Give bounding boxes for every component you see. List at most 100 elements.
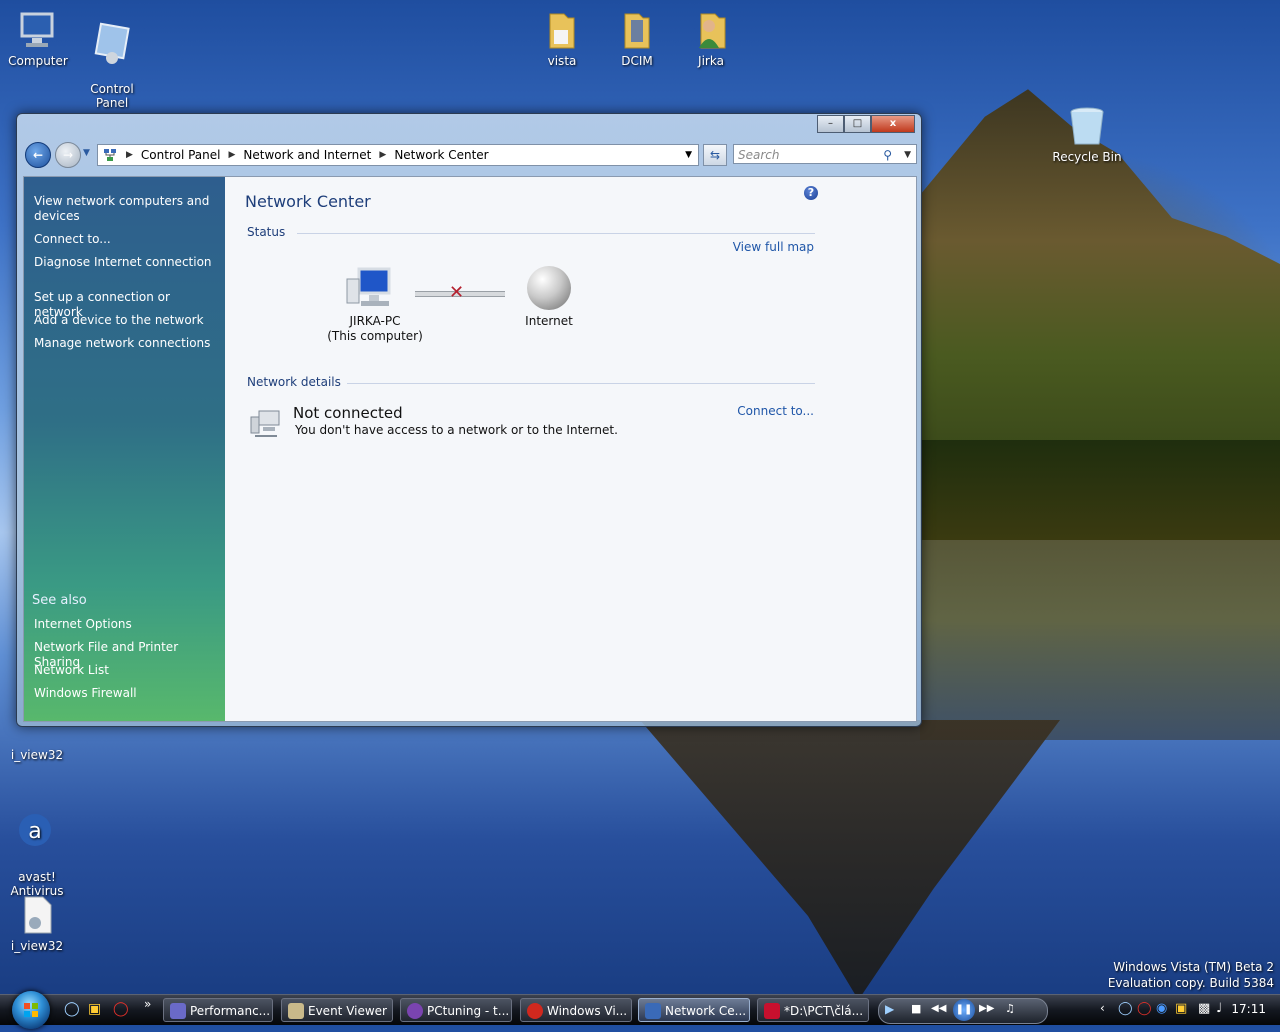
- desktop-icon-label: i_view32: [10, 748, 64, 762]
- taskbar: ◯ ▣ ◯ » Performanc... Event Viewer PCtun…: [0, 991, 1280, 1029]
- volume-icon[interactable]: ♫: [1005, 1002, 1015, 1015]
- computer-sub-label: (This computer): [327, 329, 423, 343]
- section-divider: [347, 383, 815, 384]
- forward-button[interactable]: →: [55, 142, 81, 168]
- close-button[interactable]: x: [871, 115, 915, 133]
- task-view-network-computers[interactable]: View network computers and devices: [34, 194, 214, 224]
- task-connect-to[interactable]: Connect to...: [34, 232, 214, 247]
- os-watermark-line2: Evaluation copy. Build 5384: [1107, 976, 1274, 990]
- desktop-icon-computer[interactable]: Computer: [0, 8, 76, 68]
- os-watermark-line1: Windows Vista (TM) Beta 2: [1113, 960, 1274, 974]
- taskbar-button-pspad[interactable]: *D:\PCT\člá...: [757, 998, 869, 1022]
- search-input[interactable]: Search ⚲ ▼: [733, 144, 917, 164]
- media-player-icon[interactable]: ▶: [885, 1002, 894, 1016]
- tray-network-disconnected-icon[interactable]: ▩: [1198, 1001, 1210, 1016]
- media-player-toolbar: ▶ ■ ◀◀ ❚❚ ▶▶ ♫: [878, 998, 1048, 1024]
- breadcrumb-network-and-internet[interactable]: Network and Internet: [243, 148, 371, 162]
- page-title: Network Center: [245, 192, 371, 211]
- taskbar-button-label: Network Ce...: [665, 1004, 747, 1018]
- breadcrumb-network-center[interactable]: Network Center: [394, 148, 488, 162]
- desktop-icon-recycle-bin[interactable]: Recycle Bin: [1049, 104, 1125, 164]
- taskbar-button-event-viewer[interactable]: Event Viewer: [281, 998, 393, 1022]
- previous-icon[interactable]: ◀◀: [931, 1003, 946, 1014]
- tray-opera-icon[interactable]: ◯: [1137, 1001, 1152, 1016]
- wallpaper-peak-reflection: [640, 720, 1060, 1000]
- desktop-icon-control-panel[interactable]: Control Panel: [74, 8, 150, 110]
- internet-label: Internet: [525, 314, 573, 328]
- content-area: View network computers and devices Conne…: [23, 176, 917, 722]
- desktop-icon-label: Recycle Bin: [1052, 150, 1122, 164]
- view-full-map-link[interactable]: View full map: [733, 240, 814, 254]
- next-icon[interactable]: ▶▶: [979, 1003, 994, 1014]
- refresh-icon: ⇆: [709, 148, 721, 162]
- recycle-bin-icon: [1070, 107, 1104, 145]
- tray-folder-icon[interactable]: ▣: [1175, 1001, 1187, 1016]
- desktop-icon-label: DCIM: [621, 54, 653, 68]
- task-manage-connections[interactable]: Manage network connections: [34, 336, 214, 351]
- task-add-device[interactable]: Add a device to the network: [34, 313, 214, 328]
- taskbar-clock[interactable]: 17:11: [1231, 1002, 1266, 1016]
- wallpaper-reflection: [920, 540, 1280, 740]
- taskbar-button-network-center[interactable]: Network Ce...: [638, 998, 750, 1022]
- tray-network-icon[interactable]: ◯: [1118, 1001, 1133, 1016]
- see-also-internet-options[interactable]: Internet Options: [34, 617, 214, 632]
- folder-icon: [549, 13, 575, 49]
- refresh-button[interactable]: ⇆: [703, 144, 727, 166]
- main-pane: Network Center ? Status View full map JI…: [225, 177, 916, 721]
- status-section-heading: Status: [247, 225, 286, 239]
- taskbar-button-label: Performanc...: [190, 1004, 271, 1018]
- taskbar-button-label: PCtuning - t...: [427, 1004, 510, 1018]
- start-button[interactable]: [12, 991, 50, 1029]
- taskbar-button-label: Event Viewer: [308, 1004, 387, 1018]
- taskbar-button-performance[interactable]: Performanc...: [163, 998, 273, 1022]
- recent-pages-dropdown-icon[interactable]: ▼: [83, 148, 90, 158]
- arrow-right-icon: →: [62, 148, 74, 162]
- see-also-network-list[interactable]: Network List: [34, 663, 214, 678]
- windows-logo-icon: [24, 1003, 38, 1017]
- network-details-heading: Network details: [247, 375, 341, 389]
- search-options-dropdown-icon[interactable]: ▼: [904, 145, 911, 165]
- minimize-button[interactable]: –: [817, 115, 844, 133]
- tray-volume-icon[interactable]: ♩: [1216, 1001, 1222, 1016]
- address-dropdown-icon[interactable]: ▼: [685, 150, 692, 160]
- desktop-icon-label: i_view32: [10, 939, 64, 953]
- breadcrumb-separator-icon: ▶: [228, 150, 236, 160]
- event-viewer-app-icon: [288, 1003, 304, 1019]
- network-center-app-icon: [645, 1003, 661, 1019]
- show-desktop-quicklaunch-icon[interactable]: ▣: [88, 1001, 101, 1017]
- connect-to-link[interactable]: Connect to...: [737, 404, 814, 418]
- quicklaunch-overflow-icon[interactable]: »: [144, 997, 151, 1011]
- breadcrumb-control-panel[interactable]: Control Panel: [141, 148, 221, 162]
- performance-app-icon: [170, 1003, 186, 1019]
- network-computer-icon: [250, 410, 280, 437]
- desktop-icon-iview32-a[interactable]: i_view32: [0, 722, 75, 762]
- navigation-toolbar: ← → ▼ ▶ Control Panel ▶ Network and Inte…: [21, 140, 917, 170]
- maximize-button[interactable]: □: [844, 115, 871, 133]
- breadcrumb-separator-icon: ▶: [379, 150, 387, 160]
- desktop-icon-label: Jirka: [698, 54, 724, 68]
- task-diagnose-internet[interactable]: Diagnose Internet connection: [34, 255, 214, 270]
- address-bar[interactable]: ▶ Control Panel ▶ Network and Internet ▶…: [97, 144, 699, 166]
- taskbar-button-pctuning[interactable]: PCtuning - t...: [400, 998, 512, 1022]
- search-icon[interactable]: ⚲: [883, 145, 892, 165]
- taskbar-button-label: Windows Vi...: [547, 1004, 628, 1018]
- taskbar-button-windows-vista[interactable]: Windows Vi...: [520, 998, 632, 1022]
- disconnected-x-icon[interactable]: ✕: [449, 282, 464, 303]
- pause-button[interactable]: ❚❚: [953, 999, 975, 1021]
- desktop-icon-avast[interactable]: a avast! Antivirus: [0, 796, 75, 898]
- see-also-windows-firewall[interactable]: Windows Firewall: [34, 686, 214, 701]
- computer-icon: [20, 12, 54, 47]
- help-icon[interactable]: ?: [804, 186, 818, 200]
- opera-quicklaunch-icon[interactable]: ◯: [113, 1001, 129, 1017]
- internet-explorer-quicklaunch-icon[interactable]: ◯: [64, 1001, 80, 1017]
- stop-icon[interactable]: ■: [911, 1002, 921, 1015]
- computer-icon[interactable]: [345, 267, 395, 311]
- desktop-icon-iview32-b[interactable]: i_view32: [0, 893, 75, 953]
- show-hidden-icons-icon[interactable]: ‹: [1100, 1001, 1105, 1015]
- back-button[interactable]: ←: [25, 142, 51, 168]
- desktop-icon-dcim-folder[interactable]: DCIM: [599, 8, 675, 68]
- desktop-icon-vista-folder[interactable]: vista: [524, 8, 600, 68]
- internet-globe-icon[interactable]: [527, 266, 571, 310]
- desktop-icon-user-folder[interactable]: Jirka: [673, 8, 749, 68]
- tray-avast-icon[interactable]: ◉: [1156, 1001, 1167, 1016]
